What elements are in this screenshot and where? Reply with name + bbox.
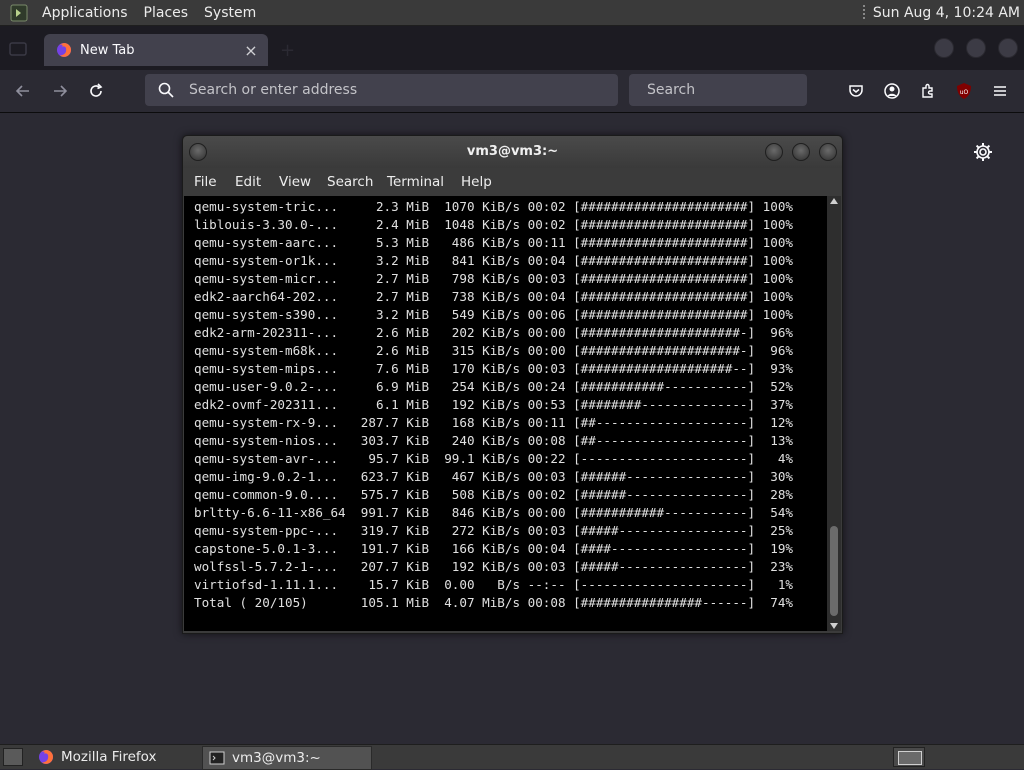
output-line: qemu-img-9.0.2-1... 623.7 KiB 467 KiB/s … — [194, 469, 793, 484]
output-line: brltty-6.6-11-x86_64 991.7 KiB 846 KiB/s… — [194, 505, 793, 520]
menu-terminal[interactable]: Terminal — [387, 174, 444, 190]
output-line: qemu-system-aarc... 5.3 MiB 486 KiB/s 00… — [194, 235, 793, 250]
task-label: vm3@vm3:~ — [232, 750, 321, 766]
bottom-panel: Mozilla Firefox vm3@vm3:~ — [0, 744, 1024, 770]
menu-help[interactable]: Help — [461, 174, 492, 190]
menu-system[interactable]: System — [196, 5, 264, 21]
output-line: wolfssl-5.7.2-1-... 207.7 KiB 192 KiB/s … — [194, 559, 793, 574]
output-line: capstone-5.0.1-3... 191.7 KiB 166 KiB/s … — [194, 541, 793, 556]
show-desktop-icon[interactable] — [3, 748, 23, 766]
menu-file[interactable]: File — [194, 174, 217, 190]
output-total-line: Total ( 20/105) 105.1 MiB 4.07 MiB/s 00:… — [194, 595, 793, 610]
search-icon — [158, 82, 174, 98]
extensions-icon[interactable] — [917, 80, 939, 102]
output-line: qemu-system-ppc-... 319.7 KiB 272 KiB/s … — [194, 523, 793, 538]
output-line: qemu-common-9.0.... 575.7 KiB 508 KiB/s … — [194, 487, 793, 502]
menu-applications[interactable]: Applications — [34, 5, 136, 21]
browser-tabbar: New Tab × + — [0, 26, 1024, 70]
minimize-icon[interactable] — [765, 143, 783, 161]
back-icon[interactable] — [12, 80, 34, 102]
new-tab-icon[interactable]: + — [280, 40, 295, 61]
workspace-switcher[interactable] — [893, 747, 925, 767]
tab-title: New Tab — [80, 42, 135, 58]
tab-new-tab[interactable]: New Tab × — [44, 34, 268, 66]
firefox-icon — [57, 43, 71, 57]
terminal-menubar: File Edit View Search Terminal Help — [183, 168, 842, 196]
firefox-icon — [39, 750, 53, 764]
menu-view[interactable]: View — [279, 174, 311, 190]
terminal-output[interactable]: qemu-system-tric... 2.3 MiB 1070 KiB/s 0… — [184, 196, 827, 631]
scroll-down-icon[interactable] — [830, 623, 838, 629]
output-line: edk2-aarch64-202... 2.7 MiB 738 KiB/s 00… — [194, 289, 793, 304]
output-line: qemu-system-mips... 7.6 MiB 170 KiB/s 00… — [194, 361, 793, 376]
output-line: edk2-arm-202311-... 2.6 MiB 202 KiB/s 00… — [194, 325, 793, 340]
account-icon[interactable] — [881, 80, 903, 102]
output-line: qemu-system-micr... 2.7 MiB 798 KiB/s 00… — [194, 271, 793, 286]
close-window-icon[interactable] — [998, 38, 1018, 58]
top-panel: Applications Places System Sun Aug 4, 10… — [0, 0, 1024, 26]
svg-text:uO: uO — [960, 89, 969, 96]
terminal-icon — [209, 751, 225, 765]
address-bar[interactable] — [145, 74, 618, 106]
clock[interactable]: Sun Aug 4, 10:24 AM — [873, 5, 1020, 21]
panel-separator — [862, 4, 865, 21]
scroll-up-icon[interactable] — [830, 198, 838, 204]
search-input[interactable] — [645, 81, 823, 99]
menu-icon[interactable] — [989, 80, 1011, 102]
output-line: liblouis-3.30.0-... 2.4 MiB 1048 KiB/s 0… — [194, 217, 793, 232]
close-icon[interactable] — [819, 143, 837, 161]
output-line: qemu-system-tric... 2.3 MiB 1070 KiB/s 0… — [194, 199, 793, 214]
close-tab-icon[interactable]: × — [240, 39, 262, 61]
gear-icon[interactable] — [972, 141, 994, 163]
menu-search[interactable]: Search — [327, 174, 373, 190]
pocket-icon[interactable] — [845, 80, 867, 102]
terminal-titlebar[interactable]: vm3@vm3:~ — [183, 136, 842, 168]
reload-icon[interactable] — [85, 80, 107, 102]
output-line: qemu-system-avr-... 95.7 KiB 99.1 KiB/s … — [194, 451, 793, 466]
address-input[interactable] — [187, 81, 618, 99]
system-logo-icon[interactable] — [10, 4, 28, 22]
search-bar[interactable] — [629, 74, 823, 106]
menu-edit[interactable]: Edit — [235, 174, 261, 190]
output-line: edk2-ovmf-202311... 6.1 MiB 192 KiB/s 00… — [194, 397, 793, 412]
output-line: qemu-user-9.0.2-... 6.9 MiB 254 KiB/s 00… — [194, 379, 793, 394]
minimize-icon[interactable] — [934, 38, 954, 58]
terminal-scrollbar[interactable] — [827, 196, 841, 631]
scroll-thumb[interactable] — [830, 526, 838, 616]
terminal-window[interactable]: vm3@vm3:~ File Edit View Search Terminal… — [182, 135, 843, 634]
maximize-icon[interactable] — [792, 143, 810, 161]
output-line: qemu-system-or1k... 3.2 MiB 841 KiB/s 00… — [194, 253, 793, 268]
forward-icon[interactable] — [49, 80, 71, 102]
task-label: Mozilla Firefox — [61, 749, 157, 765]
output-line: qemu-system-rx-9... 287.7 KiB 168 KiB/s … — [194, 415, 793, 430]
terminal-title: vm3@vm3:~ — [466, 144, 559, 159]
tab-list-icon[interactable] — [8, 40, 28, 58]
maximize-icon[interactable] — [966, 38, 986, 58]
output-line: qemu-system-m68k... 2.6 MiB 315 KiB/s 00… — [194, 343, 793, 358]
browser-navbar: uO — [0, 70, 1024, 113]
menu-places[interactable]: Places — [136, 5, 197, 21]
ublock-icon[interactable]: uO — [953, 80, 975, 102]
task-firefox[interactable]: Mozilla Firefox — [32, 746, 198, 768]
task-terminal[interactable]: vm3@vm3:~ — [202, 746, 372, 770]
output-line: qemu-system-s390... 3.2 MiB 549 KiB/s 00… — [194, 307, 793, 322]
output-line: virtiofsd-1.11.1... 15.7 KiB 0.00 B/s --… — [194, 577, 793, 592]
output-line: qemu-system-nios... 303.7 KiB 240 KiB/s … — [194, 433, 793, 448]
